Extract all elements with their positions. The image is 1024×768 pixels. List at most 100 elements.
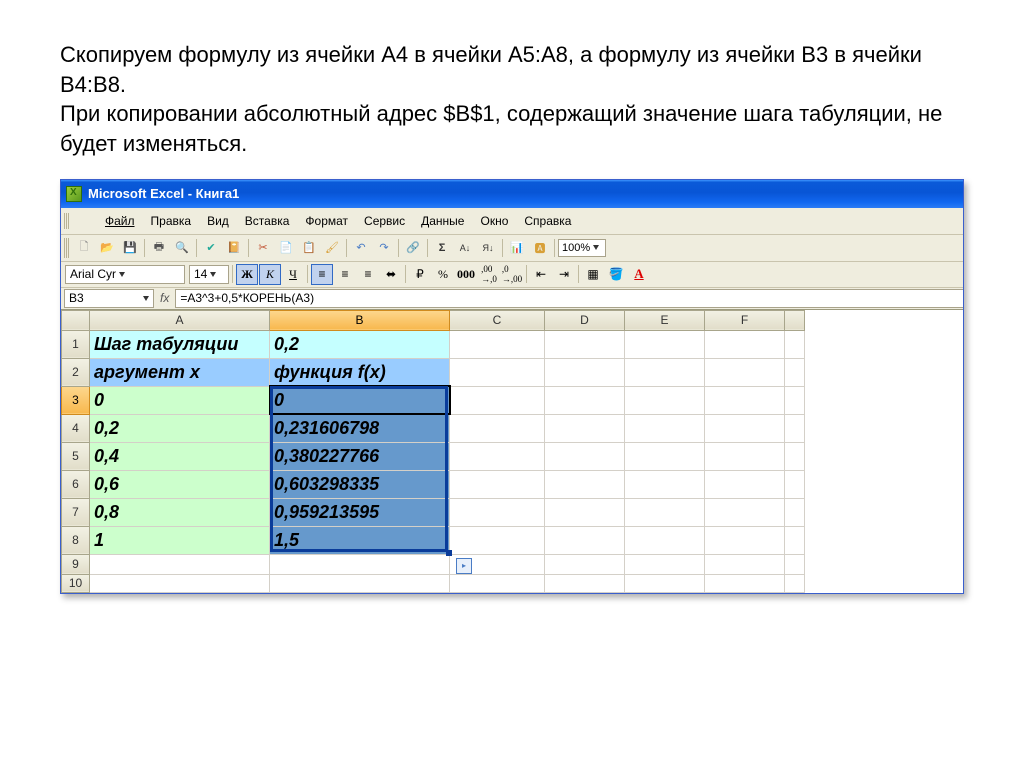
cell-D7[interactable] xyxy=(545,498,625,526)
research-button[interactable]: 📔 xyxy=(223,237,245,259)
fill-handle[interactable] xyxy=(446,550,452,556)
cell-E7[interactable] xyxy=(625,498,705,526)
redo-button[interactable]: ↷ xyxy=(373,237,395,259)
align-right-button[interactable]: ≡ xyxy=(357,264,379,285)
cell-C8[interactable] xyxy=(450,526,545,554)
cell-F9[interactable] xyxy=(705,554,785,574)
cell-B5[interactable]: 0,380227766 xyxy=(270,442,450,470)
align-left-button[interactable]: ≡ xyxy=(311,264,333,285)
cell-C9[interactable] xyxy=(450,554,545,574)
sort-desc-button[interactable]: Я↓ xyxy=(477,237,499,259)
cell-D4[interactable] xyxy=(545,414,625,442)
italic-button[interactable]: К xyxy=(259,264,281,285)
fx-icon[interactable]: fx xyxy=(160,291,169,305)
chart-wizard-button[interactable]: 📊 xyxy=(506,237,528,259)
borders-button[interactable]: ▦ xyxy=(582,264,604,285)
row-header-4[interactable]: 4 xyxy=(62,414,90,442)
col-header-C[interactable]: C xyxy=(450,310,545,330)
menu-tools[interactable]: Сервис xyxy=(357,211,412,231)
cell-F8[interactable] xyxy=(705,526,785,554)
cell-tail-9[interactable] xyxy=(785,554,805,574)
row-header-7[interactable]: 7 xyxy=(62,498,90,526)
cell-D1[interactable] xyxy=(545,330,625,358)
cell-D3[interactable] xyxy=(545,386,625,414)
hyperlink-button[interactable]: 🔗 xyxy=(402,237,424,259)
align-center-button[interactable]: ≡ xyxy=(334,264,356,285)
formula-input[interactable]: =A3^3+0,5*КОРЕНЬ(A3) xyxy=(175,289,963,308)
menu-help[interactable]: Справка xyxy=(517,211,578,231)
cell-C1[interactable] xyxy=(450,330,545,358)
worksheet-grid[interactable]: ABCDEF1Шаг табуляции0,22аргумент хфункци… xyxy=(61,310,963,593)
col-header-B[interactable]: B xyxy=(270,310,450,330)
cell-E6[interactable] xyxy=(625,470,705,498)
cell-C7[interactable] xyxy=(450,498,545,526)
cell-E1[interactable] xyxy=(625,330,705,358)
cell-B2[interactable]: функция f(x) xyxy=(270,358,450,386)
cell-tail-5[interactable] xyxy=(785,442,805,470)
cell-F2[interactable] xyxy=(705,358,785,386)
titlebar[interactable]: Microsoft Excel - Книга1 xyxy=(61,180,963,208)
comma-button[interactable]: 000 xyxy=(455,264,477,285)
col-header-A[interactable]: A xyxy=(90,310,270,330)
cell-B1[interactable]: 0,2 xyxy=(270,330,450,358)
menu-edit[interactable]: Правка xyxy=(144,211,199,231)
cell-F7[interactable] xyxy=(705,498,785,526)
bold-button[interactable]: Ж xyxy=(236,264,258,285)
menu-window[interactable]: Окно xyxy=(473,211,515,231)
cell-D9[interactable] xyxy=(545,554,625,574)
smart-tag-icon[interactable] xyxy=(456,558,472,574)
cell-C6[interactable] xyxy=(450,470,545,498)
cut-button[interactable]: ✂ xyxy=(252,237,274,259)
cell-B10[interactable] xyxy=(270,574,450,592)
cell-E2[interactable] xyxy=(625,358,705,386)
decrease-indent-button[interactable]: ⇤ xyxy=(530,264,552,285)
cell-F10[interactable] xyxy=(705,574,785,592)
copy-button[interactable]: 📄 xyxy=(275,237,297,259)
col-header-F[interactable]: F xyxy=(705,310,785,330)
cell-tail-4[interactable] xyxy=(785,414,805,442)
menubar[interactable]: Файл Правка Вид Вставка Формат Сервис Да… xyxy=(61,208,963,235)
font-color-button[interactable]: A xyxy=(628,264,650,285)
paste-button[interactable]: 📋 xyxy=(298,237,320,259)
toolbar-grip[interactable] xyxy=(64,238,70,258)
row-header-10[interactable]: 10 xyxy=(62,574,90,592)
cell-E4[interactable] xyxy=(625,414,705,442)
cell-A10[interactable] xyxy=(90,574,270,592)
cell-tail-1[interactable] xyxy=(785,330,805,358)
row-header-5[interactable]: 5 xyxy=(62,442,90,470)
cell-B3[interactable]: 0 xyxy=(270,386,450,414)
cell-A9[interactable] xyxy=(90,554,270,574)
cell-tail-10[interactable] xyxy=(785,574,805,592)
cell-C10[interactable] xyxy=(450,574,545,592)
col-header-E[interactable]: E xyxy=(625,310,705,330)
cell-A4[interactable]: 0,2 xyxy=(90,414,270,442)
currency-button[interactable]: ₽ xyxy=(409,264,431,285)
menu-insert[interactable]: Вставка xyxy=(238,211,297,231)
cell-F4[interactable] xyxy=(705,414,785,442)
cell-F3[interactable] xyxy=(705,386,785,414)
menu-data[interactable]: Данные xyxy=(414,211,471,231)
cell-B8[interactable]: 1,5 xyxy=(270,526,450,554)
fill-color-button[interactable]: 🪣 xyxy=(605,264,627,285)
decrease-decimal-button[interactable]: ,0→,00 xyxy=(501,264,523,285)
merge-center-button[interactable]: ⬌ xyxy=(380,264,402,285)
cell-E8[interactable] xyxy=(625,526,705,554)
cell-E3[interactable] xyxy=(625,386,705,414)
cell-A1[interactable]: Шаг табуляции xyxy=(90,330,270,358)
menu-file[interactable]: Файл xyxy=(98,211,142,231)
percent-button[interactable]: % xyxy=(432,264,454,285)
underline-button[interactable]: Ч xyxy=(282,264,304,285)
row-header-2[interactable]: 2 xyxy=(62,358,90,386)
cell-F1[interactable] xyxy=(705,330,785,358)
cell-B9[interactable] xyxy=(270,554,450,574)
cell-C5[interactable] xyxy=(450,442,545,470)
row-header-6[interactable]: 6 xyxy=(62,470,90,498)
new-button[interactable]: 🗋 xyxy=(73,237,95,259)
row-header-3[interactable]: 3 xyxy=(62,386,90,414)
menu-format[interactable]: Формат xyxy=(298,211,355,231)
zoom-box[interactable]: 100% xyxy=(558,239,606,257)
increase-indent-button[interactable]: ⇥ xyxy=(553,264,575,285)
cell-E10[interactable] xyxy=(625,574,705,592)
col-header-tail[interactable] xyxy=(785,310,805,330)
cell-E5[interactable] xyxy=(625,442,705,470)
